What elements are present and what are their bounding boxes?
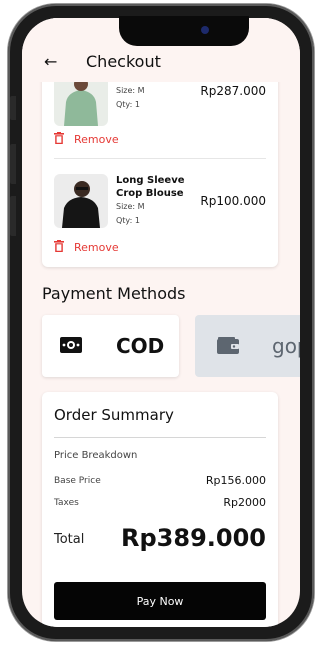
trash-icon (54, 132, 64, 147)
base-price-value: Rp156.000 (205, 474, 266, 487)
app-screen: Sweatshirt Size: M Qty: 1 Rp287.000 Remo… (22, 18, 300, 627)
total-label: Total (54, 532, 85, 547)
item-qty: Qty: 1 (116, 100, 140, 109)
payment-option-cod[interactable]: COD (42, 315, 179, 377)
item-price: Rp287.000 (200, 84, 266, 98)
order-summary-card: Order Summary Price Breakdown Base Price… (42, 392, 278, 627)
summary-divider (54, 437, 266, 438)
arrow-left-icon[interactable]: ← (44, 54, 57, 70)
page-title: Checkout (86, 52, 161, 71)
remove-button[interactable]: Remove (54, 132, 119, 147)
item-qty: Qty: 1 (116, 216, 140, 225)
payment-option-gopay[interactable]: gopay (195, 315, 300, 377)
payment-label: gopay (272, 334, 300, 358)
payment-label: COD (116, 334, 165, 358)
pay-now-button[interactable]: Pay Now (54, 582, 266, 620)
item-price: Rp100.000 (200, 194, 266, 208)
item-name: Long Sleeve Crop Blouse (116, 175, 185, 199)
taxes-value: Rp2000 (223, 496, 266, 509)
volume-down-button (10, 196, 16, 236)
taxes-label: Taxes (54, 498, 79, 508)
payment-methods-title: Payment Methods (42, 284, 186, 303)
cash-icon (60, 337, 82, 357)
item-divider (54, 158, 266, 159)
notch (119, 16, 249, 46)
volume-up-button (10, 144, 16, 184)
wallet-icon (217, 337, 239, 358)
item-size: Size: M (116, 86, 145, 95)
order-summary-title: Order Summary (54, 406, 174, 424)
remove-label: Remove (74, 133, 119, 146)
trash-icon (54, 240, 64, 255)
mute-switch (10, 96, 16, 120)
front-camera (201, 26, 209, 34)
item-size: Size: M (116, 202, 145, 211)
remove-button[interactable]: Remove (54, 240, 119, 255)
product-image-blouse (54, 174, 108, 228)
price-breakdown-label: Price Breakdown (54, 450, 138, 461)
total-value: Rp389.000 (121, 524, 266, 552)
base-price-label: Base Price (54, 476, 101, 486)
remove-label: Remove (74, 241, 119, 254)
